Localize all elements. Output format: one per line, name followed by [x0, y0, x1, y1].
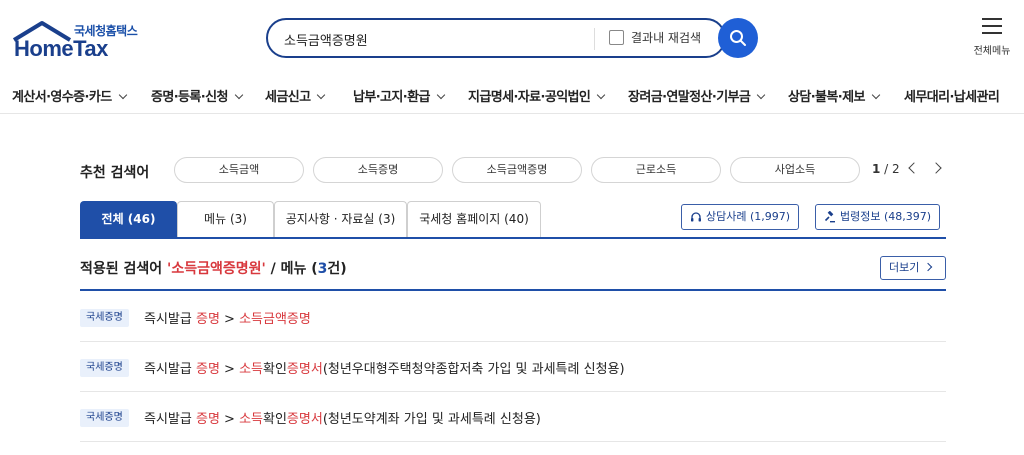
gnb-item-label: 세금신고 — [265, 90, 311, 105]
result-title: 적용된 검색어 '소득금액증명원' / 메뉴 (3건) — [80, 258, 347, 278]
result-count: 3 — [317, 261, 328, 277]
gnb-item[interactable]: 세금신고 — [265, 86, 326, 105]
all-menu-button[interactable]: 전체메뉴 — [968, 18, 1016, 57]
gnb-item[interactable]: 세무대리·납세관리 — [904, 86, 1000, 105]
result-link[interactable]: 즉시발급 증명 > 소득확인증명서(청년도약계좌 가입 및 과세특례 신청용) — [144, 408, 541, 427]
chevron-down-icon — [871, 90, 881, 100]
result-suffix: 건) — [327, 261, 347, 277]
gnb-item-label: 납부·고지·환급 — [353, 90, 430, 105]
text-part: 즉시발급 — [144, 362, 196, 377]
chevron-left-icon[interactable] — [908, 162, 920, 174]
result-divider — [80, 289, 946, 291]
research-checkbox[interactable] — [609, 30, 624, 45]
recommend-pager: 1 / 2 — [872, 162, 900, 176]
chevron-down-icon — [317, 90, 326, 100]
law-info-button[interactable]: 법령정보 (48,397) — [815, 204, 941, 230]
tab-notice[interactable]: 공지사항 · 자료실 (3) — [274, 201, 407, 237]
result-row[interactable]: 국세증명 즉시발급 증명 > 소득확인증명서(청년우대형주택청약종합저축 가입 … — [80, 342, 946, 392]
tab-all[interactable]: 전체 (46) — [80, 201, 177, 237]
tab-nts-homepage[interactable]: 국세청 홈페이지 (40) — [407, 201, 541, 237]
chevron-down-icon — [234, 90, 244, 100]
highlight-part: 증명서 — [286, 362, 323, 377]
tab-menu[interactable]: 메뉴 (3) — [177, 201, 274, 237]
more-button[interactable]: 더보기 — [880, 256, 946, 280]
category-badge: 국세증명 — [80, 409, 129, 427]
result-middle: / 메뉴 ( — [265, 261, 318, 277]
recommend-keyword[interactable]: 근로소득 — [591, 157, 721, 183]
search-icon — [730, 30, 746, 46]
gnb-item[interactable]: 상담·불복·제보 — [788, 86, 881, 105]
consult-cases-label: 상담사례 (1,997) — [706, 210, 791, 223]
gnb-divider — [0, 113, 1024, 114]
recommend-title: 추천 검색어 — [80, 165, 150, 181]
chevron-down-icon — [757, 90, 766, 100]
global-nav: 계산서·영수증·카드 증명·등록·신청 세금신고 납부·고지·환급 지급명세·자… — [0, 80, 1024, 110]
recommend-keyword[interactable]: 소득증명 — [313, 157, 443, 183]
text-part: 즉시발급 — [144, 412, 196, 427]
recommend-keyword[interactable]: 사업소득 — [730, 157, 860, 183]
pager-separator: / — [880, 162, 893, 176]
chevron-down-icon — [436, 90, 446, 100]
more-label: 더보기 — [889, 261, 920, 274]
headset-icon — [691, 212, 701, 222]
highlight-part: 증명서 — [286, 412, 323, 427]
chevron-down-icon — [597, 90, 606, 100]
tab-underline — [80, 237, 946, 239]
gnb-item-label: 세무대리·납세관리 — [904, 90, 1000, 105]
hometax-logo[interactable]: 국세청홈택스 HomeTax — [12, 20, 142, 64]
highlight-part: 소득금액증명 — [239, 312, 311, 327]
result-row[interactable]: 국세증명 즉시발급 증명 > 소득확인증명서(청년도약계좌 가입 및 과세특례 … — [80, 392, 946, 442]
result-link[interactable]: 즉시발급 증명 > 소득확인증명서(청년우대형주택청약종합저축 가입 및 과세특… — [144, 358, 625, 377]
category-badge: 국세증명 — [80, 309, 129, 327]
gavel-icon — [824, 211, 835, 223]
chevron-down-icon — [118, 90, 127, 100]
gnb-item-label: 상담·불복·제보 — [788, 90, 865, 105]
text-part: 확인 — [263, 412, 287, 427]
result-row[interactable]: 국세증명 즉시발급 증명 > 소득금액증명 — [80, 292, 946, 342]
text-part: 확인 — [263, 362, 287, 377]
text-part: > — [219, 312, 240, 327]
highlight-part: 소득 — [239, 362, 263, 377]
chevron-right-icon[interactable] — [930, 162, 942, 174]
highlight-part: 증명 — [195, 312, 220, 327]
gnb-item-label: 지급명세·자료·공익법인 — [468, 90, 591, 105]
search-divider — [594, 28, 595, 50]
search-box: 결과내 재검색 — [266, 18, 726, 58]
recommend-keyword[interactable]: 소득금액 — [174, 157, 304, 183]
gnb-item[interactable]: 지급명세·자료·공익법인 — [468, 86, 606, 105]
gnb-item[interactable]: 증명·등록·신청 — [151, 86, 244, 105]
text-part: 즉시발급 — [144, 312, 196, 327]
gnb-item[interactable]: 장려금·연말정산·기부금 — [628, 86, 766, 105]
pager-total: 2 — [892, 162, 900, 176]
gnb-item-label: 증명·등록·신청 — [151, 90, 228, 105]
gnb-item-label: 장려금·연말정산·기부금 — [628, 90, 751, 105]
gnb-item[interactable]: 계산서·영수증·카드 — [12, 86, 127, 105]
research-label: 결과내 재검색 — [631, 31, 702, 45]
law-info-label: 법령정보 (48,397) — [840, 210, 932, 223]
text-part: > — [219, 412, 240, 427]
gnb-item-label: 계산서·영수증·카드 — [12, 90, 112, 105]
hamburger-icon — [982, 18, 1002, 34]
text-part: > — [219, 362, 240, 377]
all-menu-label: 전체메뉴 — [973, 46, 1011, 57]
highlight-part: 증명 — [195, 412, 220, 427]
category-badge: 국세증명 — [80, 359, 129, 377]
search-input[interactable] — [284, 28, 584, 50]
search-button[interactable] — [718, 18, 758, 58]
text-part: (청년도약계좌 가입 및 과세특례 신청용) — [322, 412, 541, 427]
highlight-part: 증명 — [195, 362, 220, 377]
consult-cases-button[interactable]: 상담사례 (1,997) — [681, 204, 800, 230]
recommend-keyword[interactable]: 소득금액증명 — [452, 157, 582, 183]
result-link[interactable]: 즉시발급 증명 > 소득금액증명 — [144, 308, 311, 327]
result-keyword: '소득금액증명원' — [167, 261, 266, 277]
logo-english-text: HomeTax — [14, 36, 108, 61]
chevron-right-icon — [924, 262, 933, 272]
text-part: (청년우대형주택청약종합저축 가입 및 과세특례 신청용) — [322, 362, 625, 377]
gnb-item[interactable]: 납부·고지·환급 — [353, 86, 446, 105]
highlight-part: 소득 — [239, 412, 263, 427]
result-prefix: 적용된 검색어 — [80, 261, 168, 277]
